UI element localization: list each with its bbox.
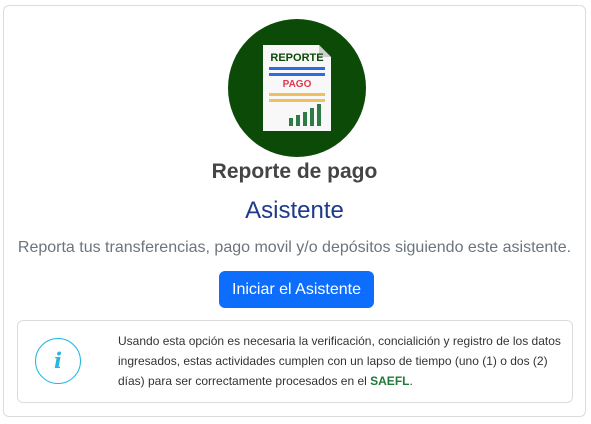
info-icon: i (35, 338, 81, 384)
start-assistant-button[interactable]: Iniciar el Asistente (219, 271, 374, 308)
page-title: Reporte de pago (211, 160, 378, 183)
info-message: Usando esta opción es necesaria la verif… (118, 334, 561, 388)
logo-text-reporte: REPORTE (270, 52, 323, 64)
info-suffix: . (409, 374, 413, 388)
page-description: Reporta tus transferencias, pago movil y… (17, 239, 572, 256)
brand-name: SAEFL (370, 374, 410, 388)
info-text: Usando esta opción es necesaria la verif… (118, 331, 563, 391)
payment-report-document-icon: REPORTE PAGO (263, 45, 331, 131)
logo-circle: REPORTE PAGO (228, 19, 366, 157)
logo-text-pago: PAGO (283, 79, 312, 90)
payment-report-card: REPORTE PAGO Reporte de pago Asistente R… (3, 5, 586, 417)
info-notice: i Usando esta opción es necesaria la ver… (17, 320, 573, 403)
page-subtitle: Asistente (245, 197, 344, 224)
